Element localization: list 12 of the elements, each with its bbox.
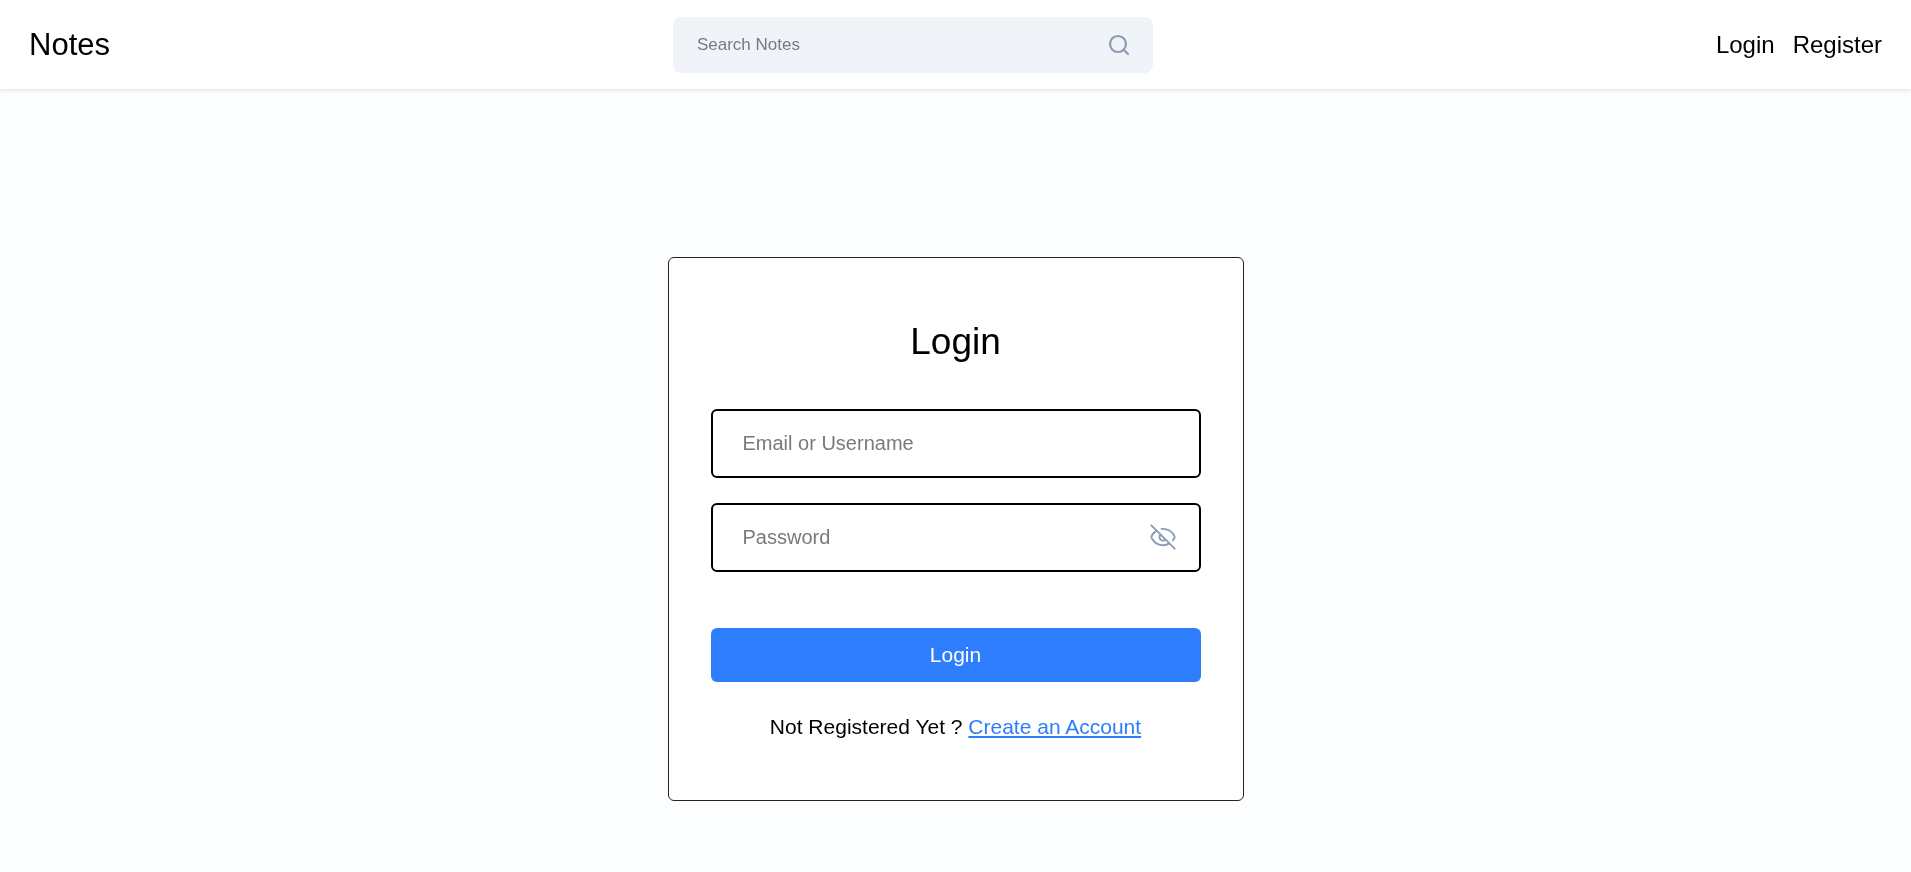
create-account-link[interactable]: Create an Account <box>968 715 1142 738</box>
nav-link[interactable]: Login <box>1715 32 1775 57</box>
app-logo: Notes <box>29 29 110 60</box>
nav-link[interactable]: Register <box>1792 32 1882 57</box>
password-field[interactable]: Password <box>710 503 1201 572</box>
login-button[interactable]: Login <box>710 628 1201 682</box>
email-username-field[interactable]: Email or Username <box>710 409 1201 478</box>
eye-slash-icon[interactable] <box>1148 523 1177 551</box>
search-icon[interactable] <box>1106 32 1131 57</box>
search-field[interactable]: Search Notes <box>672 16 1153 73</box>
signup-prompt: Not Registered Yet ? Create an Account <box>769 714 1142 740</box>
login-title: Login <box>910 320 1001 364</box>
